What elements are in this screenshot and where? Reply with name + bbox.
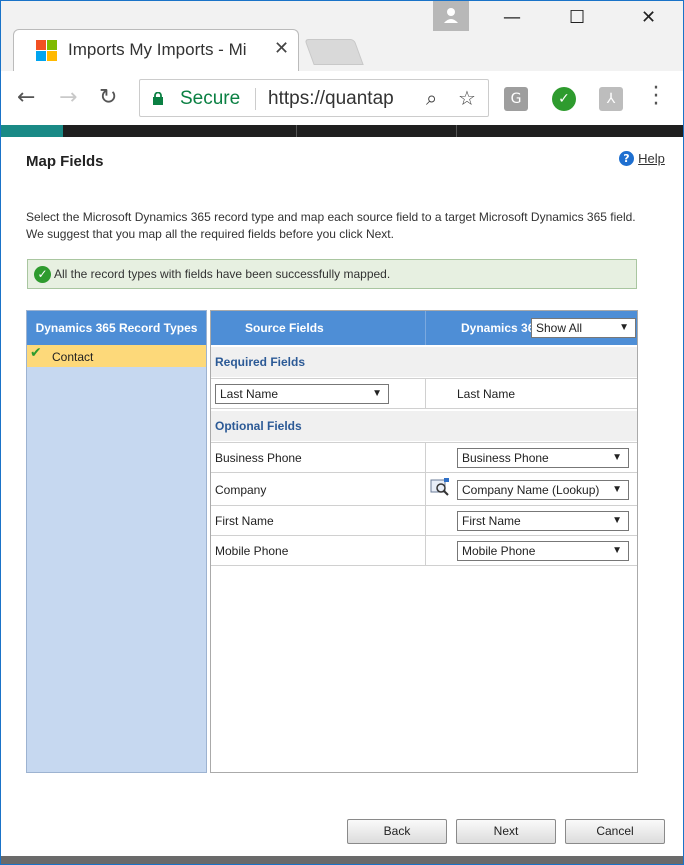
address-bar[interactable]: Secure https://quantap ⌕ ☆ [139, 79, 489, 117]
secure-label: Secure [180, 88, 241, 109]
success-message: All the record types with fields have be… [54, 267, 391, 281]
table-row: Business Phone Business Phone ▼ [211, 442, 637, 473]
zoom-icon[interactable]: ⌕ [426, 86, 437, 110]
nav-segment [1, 125, 63, 137]
target-field-select[interactable]: Mobile Phone ▼ [457, 541, 629, 561]
mapped-check-icon: ✔ [30, 345, 42, 361]
close-window-button[interactable]: ✕ [641, 7, 656, 28]
success-check-icon: ✓ [34, 266, 51, 283]
record-types-panel: Dynamics 365 Record Types ✔ Contact [26, 310, 207, 773]
forward-arrow-icon[interactable]: → [59, 85, 77, 110]
chevron-down-icon: ▼ [612, 545, 622, 556]
nav-divider [456, 125, 457, 137]
url-text[interactable]: https://quantap [268, 88, 418, 110]
table-row: First Name First Name ▼ [211, 505, 637, 536]
table-row: Last Name ▼ Last Name [211, 378, 637, 409]
chevron-down-icon: ▼ [619, 322, 629, 333]
cancel-button[interactable]: Cancel [565, 819, 665, 844]
source-fields-header: Source Fields [245, 321, 324, 335]
chevron-down-icon: ▼ [612, 452, 622, 463]
table-row: Company Company Name (Lookup) ▼ [211, 472, 637, 506]
nav-divider [296, 125, 297, 137]
bookmark-star-icon[interactable]: ☆ [458, 86, 476, 110]
browser-menu-icon[interactable]: · · · [651, 78, 661, 116]
record-types-header: Dynamics 365 Record Types [27, 311, 206, 345]
help-icon: ? [619, 151, 634, 166]
chevron-down-icon: ▼ [612, 484, 622, 495]
maximize-button[interactable]: ☐ [569, 7, 585, 28]
optional-fields-section: Optional Fields [211, 411, 637, 441]
source-field-label: Business Phone [215, 451, 302, 465]
browser-toolbar: ← → ↻ Secure https://quantap ⌕ ☆ G ✓ ⅄ ·… [1, 71, 683, 127]
show-all-filter-select[interactable]: Show All ▼ [531, 318, 636, 338]
source-field-select[interactable]: Last Name ▼ [215, 384, 389, 404]
map-fields-page: Map Fields ? Help Select the Microsoft D… [1, 137, 683, 864]
column-divider [425, 536, 426, 565]
title-bar: Imports My Imports - Mi ✕ — ☐ ✕ [1, 1, 683, 73]
microsoft-logo-icon [36, 40, 58, 62]
profile-button[interactable] [433, 1, 469, 31]
grid-header: Source Fields Dynamics 365 Fields Show A… [211, 311, 637, 345]
chevron-down-icon: ▼ [372, 388, 382, 399]
tab-close-icon[interactable]: ✕ [274, 38, 289, 59]
filter-value: Show All [536, 321, 583, 335]
required-fields-label: Required Fields [215, 355, 306, 369]
help-link[interactable]: ? Help [619, 151, 665, 166]
source-field-label: First Name [215, 514, 274, 528]
app-nav-strip [1, 125, 683, 137]
new-tab-button[interactable] [304, 39, 364, 65]
required-fields-section: Required Fields [211, 347, 637, 377]
check-extension-icon[interactable]: ✓ [552, 87, 576, 111]
lookup-icon[interactable] [430, 478, 450, 496]
address-divider [255, 88, 256, 110]
column-divider [425, 473, 426, 505]
target-field-value: Mobile Phone [462, 544, 536, 558]
source-field-label: Mobile Phone [215, 544, 289, 558]
source-field-value: Last Name [220, 387, 279, 401]
target-field-value: First Name [462, 514, 521, 528]
instructions-text: Select the Microsoft Dynamics 365 record… [26, 210, 636, 241]
column-divider [425, 506, 426, 535]
optional-fields-label: Optional Fields [215, 419, 302, 433]
record-type-item-contact[interactable]: ✔ Contact [27, 345, 206, 367]
column-divider [425, 443, 426, 472]
lock-icon [153, 92, 163, 105]
page-title: Map Fields [26, 153, 104, 170]
target-field-select[interactable]: First Name ▼ [457, 511, 629, 531]
g-extension-icon[interactable]: G [504, 87, 528, 111]
tab-title: Imports My Imports - Mi [68, 40, 247, 59]
bottom-border [1, 856, 683, 864]
pdf-extension-icon[interactable]: ⅄ [599, 87, 623, 111]
source-field-label: Company [215, 483, 267, 497]
next-button[interactable]: Next [456, 819, 556, 844]
person-icon [444, 8, 458, 23]
back-button[interactable]: Back [347, 819, 447, 844]
target-field-select[interactable]: Company Name (Lookup) ▼ [457, 480, 629, 500]
column-divider [425, 379, 426, 408]
dynamics-fields-header: Dynamics 365 Fields [461, 321, 531, 335]
record-type-label: Contact [52, 350, 94, 364]
field-mapping-grid: Source Fields Dynamics 365 Fields Show A… [210, 310, 638, 773]
back-arrow-icon[interactable]: ← [17, 85, 35, 110]
browser-tab[interactable]: Imports My Imports - Mi ✕ [13, 29, 299, 73]
table-row: Mobile Phone Mobile Phone ▼ [211, 535, 637, 566]
target-field-value: Business Phone [462, 451, 549, 465]
target-field-value: Company Name (Lookup) [462, 483, 600, 497]
chevron-down-icon: ▼ [612, 515, 622, 526]
browser-window: Imports My Imports - Mi ✕ — ☐ ✕ ← → ↻ Se… [0, 0, 684, 865]
reload-icon[interactable]: ↻ [99, 85, 117, 110]
target-field-label: Last Name [457, 387, 516, 401]
target-field-select[interactable]: Business Phone ▼ [457, 448, 629, 468]
header-divider [425, 311, 426, 345]
minimize-button[interactable]: — [503, 7, 521, 28]
help-label: Help [638, 151, 665, 166]
success-banner: ✓ All the record types with fields have … [27, 259, 637, 289]
